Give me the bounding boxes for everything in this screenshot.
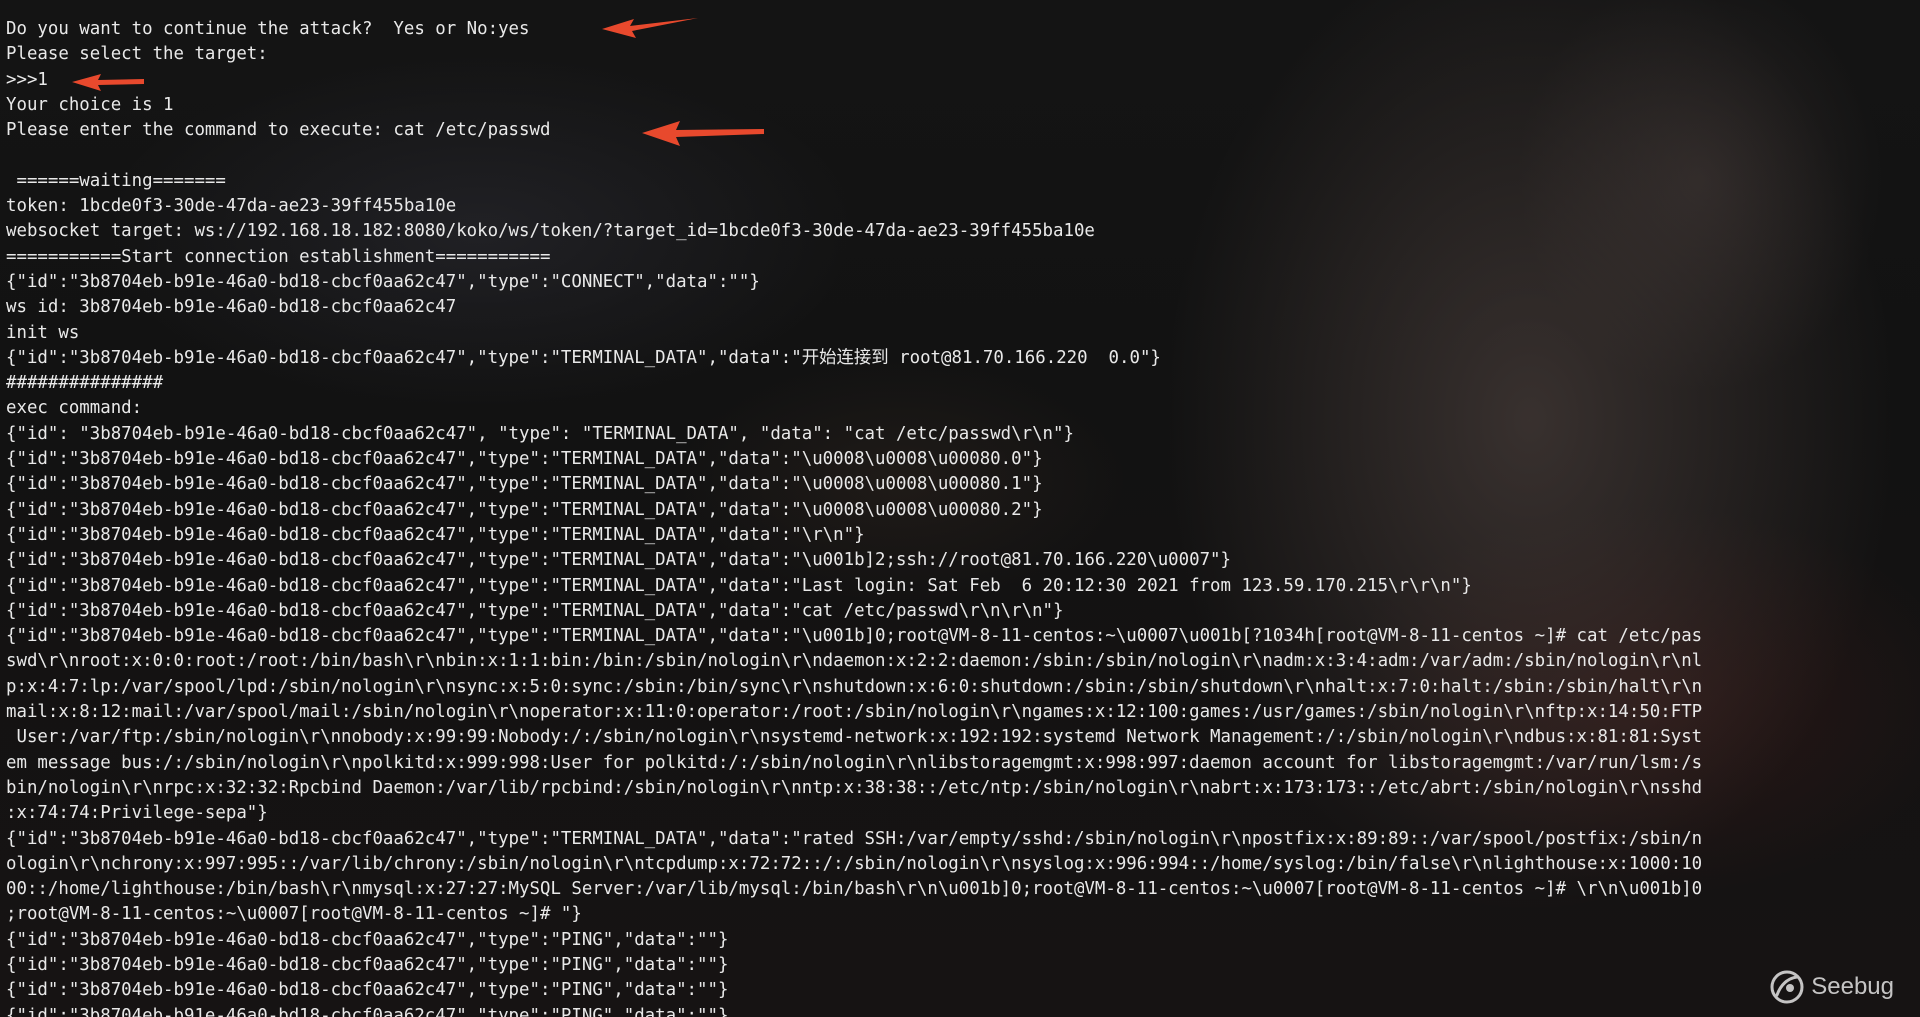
terminal-line: {"id":"3b8704eb-b91e-46a0-bd18-cbcf0aa62… [6, 980, 729, 1001]
terminal-line: exec command: [6, 398, 143, 419]
terminal-line: >>>1 [6, 69, 48, 90]
terminal-line: bin/nologin\r\nrpc:x:32:32:Rpcbind Daemo… [6, 777, 1703, 798]
watermark-text: Seebug [1811, 973, 1894, 1000]
terminal-line: {"id":"3b8704eb-b91e-46a0-bd18-cbcf0aa62… [6, 954, 729, 975]
terminal-line: {"id":"3b8704eb-b91e-46a0-bd18-cbcf0aa62… [6, 271, 760, 292]
terminal-line: ############### [6, 373, 164, 394]
terminal-line: {"id":"3b8704eb-b91e-46a0-bd18-cbcf0aa62… [6, 347, 1161, 368]
terminal-line: {"id":"3b8704eb-b91e-46a0-bd18-cbcf0aa62… [6, 929, 729, 950]
terminal-line: {"id":"3b8704eb-b91e-46a0-bd18-cbcf0aa62… [6, 550, 1231, 571]
terminal-line: :x:74:74:Privilege-sepa"} [6, 803, 268, 824]
terminal-line: ;root@VM-8-11-centos:~\u0007[root@VM-8-1… [6, 904, 582, 925]
terminal-line: 00::/home/lighthouse:/bin/bash\r\nmysql:… [6, 879, 1703, 900]
annotation-arrow-choice [72, 74, 144, 91]
terminal-line: {"id":"3b8704eb-b91e-46a0-bd18-cbcf0aa62… [6, 449, 1043, 470]
terminal-window[interactable]: Do you want to continue the attack? Yes … [0, 0, 1920, 1017]
terminal-line: swd\r\nroot:x:0:0:root:/root:/bin/bash\r… [6, 651, 1703, 672]
terminal-line: p:x:4:7:lp:/var/spool/lpd:/sbin/nologin\… [6, 676, 1703, 697]
terminal-line: em message bus:/:/sbin/nologin\r\npolkit… [6, 752, 1703, 773]
terminal-line: {"id":"3b8704eb-b91e-46a0-bd18-cbcf0aa62… [6, 1005, 729, 1017]
terminal-line: ologin\r\nchrony:x:997:995::/var/lib/chr… [6, 853, 1703, 874]
annotation-arrow-command [642, 121, 764, 146]
terminal-line: websocket target: ws://192.168.18.182:80… [6, 221, 1095, 242]
seebug-watermark: Seebug [1769, 969, 1894, 1005]
terminal-line: {"id":"3b8704eb-b91e-46a0-bd18-cbcf0aa62… [6, 626, 1703, 647]
terminal-output[interactable]: Do you want to continue the attack? Yes … [6, 17, 1702, 1017]
terminal-line: ws id: 3b8704eb-b91e-46a0-bd18-cbcf0aa62… [6, 297, 457, 318]
terminal-line: {"id": "3b8704eb-b91e-46a0-bd18-cbcf0aa6… [6, 423, 1074, 444]
terminal-line: Please select the target: [6, 44, 268, 65]
terminal-line: mail:x:8:12:mail:/var/spool/mail:/sbin/n… [6, 702, 1703, 723]
annotation-arrow-yes [602, 18, 698, 38]
terminal-line: ===========Start connection establishmen… [6, 246, 551, 267]
terminal-line: {"id":"3b8704eb-b91e-46a0-bd18-cbcf0aa62… [6, 828, 1703, 849]
terminal-line: ======waiting======= [6, 170, 226, 191]
terminal-line: {"id":"3b8704eb-b91e-46a0-bd18-cbcf0aa62… [6, 575, 1472, 596]
terminal-line: {"id":"3b8704eb-b91e-46a0-bd18-cbcf0aa62… [6, 524, 865, 545]
terminal-line: init ws [6, 322, 80, 343]
terminal-line: token: 1bcde0f3-30de-47da-ae23-39ff455ba… [6, 196, 457, 217]
seebug-logo-icon [1770, 970, 1804, 1004]
terminal-line: {"id":"3b8704eb-b91e-46a0-bd18-cbcf0aa62… [6, 499, 1043, 520]
terminal-line: {"id":"3b8704eb-b91e-46a0-bd18-cbcf0aa62… [6, 600, 1064, 621]
terminal-line: User:/var/ftp:/sbin/nologin\r\nnobody:x:… [6, 727, 1703, 748]
terminal-line: {"id":"3b8704eb-b91e-46a0-bd18-cbcf0aa62… [6, 474, 1043, 495]
terminal-line: Please enter the command to execute: cat… [6, 120, 551, 141]
terminal-line: Your choice is 1 [6, 94, 174, 115]
terminal-line: Do you want to continue the attack? Yes … [6, 19, 530, 39]
